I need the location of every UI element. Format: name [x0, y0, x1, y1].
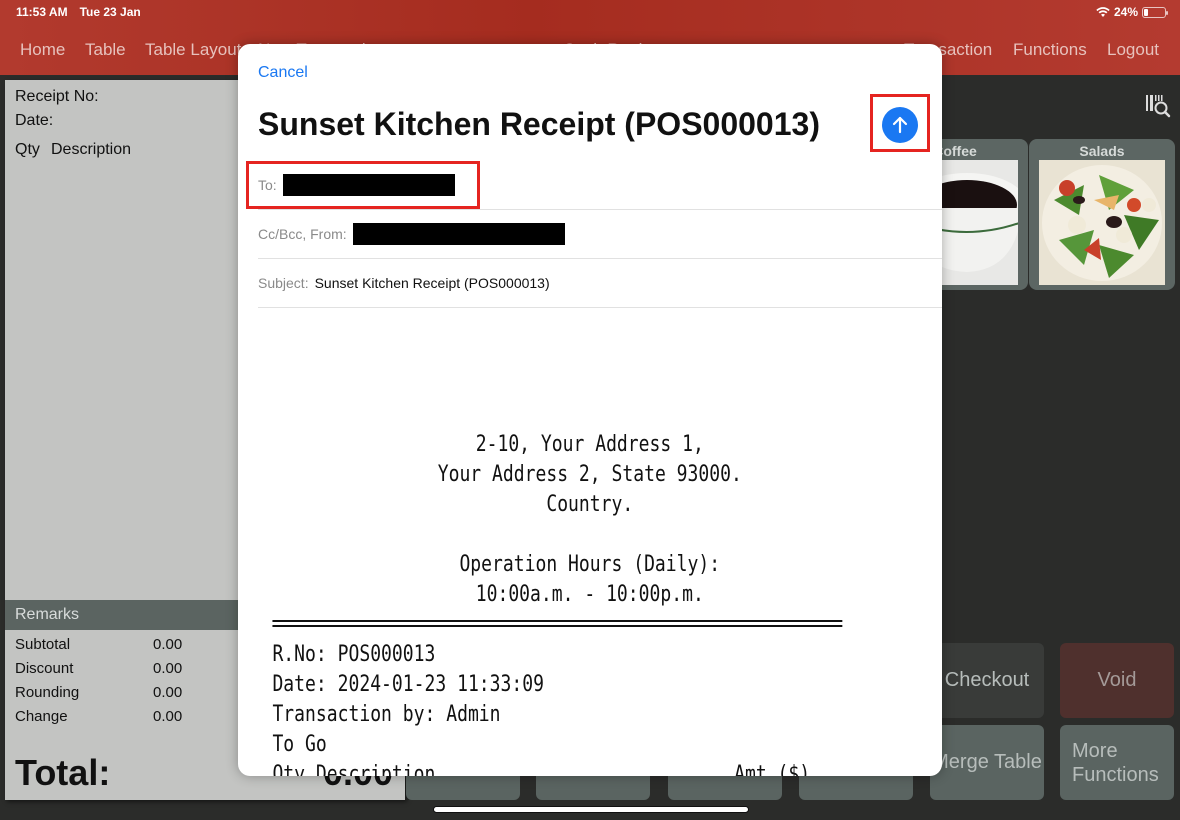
- subtotal-value: 0.00: [153, 636, 183, 653]
- total-label: Total:: [15, 752, 111, 793]
- qty-header: Qty: [15, 141, 40, 158]
- arrow-up-icon: [892, 116, 908, 134]
- to-field-highlight: [246, 161, 480, 209]
- mail-compose-sheet: Cancel Sunset Kitchen Receipt (POS000013…: [238, 44, 942, 776]
- column-header-right: Amt ($): [734, 762, 811, 776]
- from-redacted-value[interactable]: [352, 223, 565, 245]
- battery-icon: [1142, 6, 1168, 18]
- home-indicator[interactable]: [433, 806, 749, 813]
- subject-label: Subject:: [258, 275, 309, 291]
- address-line-3: Country.: [546, 492, 634, 517]
- receipt-no-label: Receipt No:: [15, 88, 99, 105]
- nav-table-layout[interactable]: Table Layout: [145, 40, 241, 60]
- more-functions-label: More Functions: [1072, 739, 1159, 787]
- discount-label: Discount: [15, 660, 74, 677]
- order-type: To Go: [272, 732, 327, 757]
- subject-field[interactable]: Subject: Sunset Kitchen Receipt (POS0000…: [258, 259, 942, 308]
- receipt-number: R.No: POS000013: [272, 642, 436, 667]
- status-indicators: 24%: [1096, 5, 1168, 19]
- separator-line: [272, 620, 843, 627]
- hours-value: 10:00a.m. - 10:00p.m.: [475, 582, 704, 607]
- change-label: Change: [15, 708, 68, 725]
- checkout-button[interactable]: Checkout: [930, 643, 1044, 718]
- category-salads[interactable]: Salads: [1029, 139, 1175, 290]
- change-value: 0.00: [153, 708, 183, 725]
- merge-table-button[interactable]: Merge Table: [930, 725, 1044, 800]
- discount-value: 0.00: [153, 660, 183, 677]
- receipt-date: Date: 2024-01-23 11:33:09: [272, 672, 544, 697]
- nav-home[interactable]: Home: [20, 40, 65, 60]
- address-line-1: 2-10, Your Address 1,: [475, 432, 704, 457]
- more-functions-line1: More: [1072, 739, 1118, 762]
- send-button[interactable]: [882, 107, 918, 143]
- rounding-value: 0.00: [153, 684, 183, 701]
- void-button[interactable]: Void: [1060, 643, 1174, 718]
- nav-functions[interactable]: Functions: [1013, 40, 1087, 60]
- hours-title: Operation Hours (Daily):: [459, 552, 721, 577]
- description-header: Description: [51, 141, 132, 158]
- wifi-icon: [1096, 6, 1110, 17]
- status-bar: 11:53 AM Tue 23 Jan: [16, 5, 141, 19]
- date-label: Date:: [15, 112, 54, 129]
- cancel-button[interactable]: Cancel: [258, 64, 308, 82]
- transaction-by: Transaction by: Admin: [272, 702, 501, 727]
- nav-table[interactable]: Table: [85, 40, 126, 60]
- mail-title: Sunset Kitchen Receipt (POS000013): [258, 106, 820, 142]
- salad-image: [1039, 160, 1165, 285]
- battery-percent: 24%: [1113, 5, 1138, 19]
- cc-from-field[interactable]: Cc/Bcc, From:: [258, 210, 942, 259]
- status-time: 11:53 AM: [16, 5, 68, 19]
- more-functions-line2: Functions: [1072, 763, 1159, 786]
- barcode-search-icon[interactable]: [1144, 92, 1172, 120]
- category-label: Salads: [1079, 143, 1125, 159]
- nav-logout[interactable]: Logout: [1107, 40, 1159, 60]
- column-header-left: Qty Description: [272, 762, 436, 776]
- more-functions-button[interactable]: More Functions: [1060, 725, 1174, 800]
- subtotal-label: Subtotal: [15, 636, 71, 653]
- address-line-2: Your Address 2, State 93000.: [437, 462, 742, 487]
- subject-value[interactable]: Sunset Kitchen Receipt (POS000013): [315, 275, 550, 291]
- rounding-label: Rounding: [15, 684, 80, 701]
- cc-from-label: Cc/Bcc, From:: [258, 226, 347, 242]
- status-date: Tue 23 Jan: [79, 5, 141, 19]
